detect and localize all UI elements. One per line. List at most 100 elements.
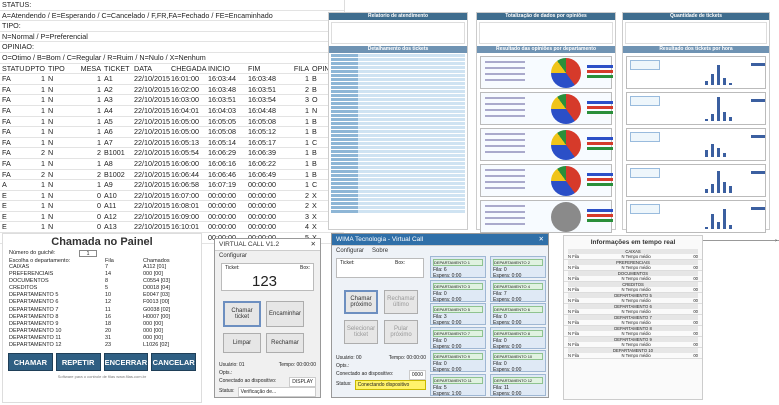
table-cell: 16:05:14 xyxy=(208,137,236,147)
pie-legend xyxy=(587,137,613,151)
department-row[interactable]: PREFERENCIAIS 14 000 [00] xyxy=(9,271,195,278)
table-cell: N xyxy=(48,158,54,168)
connected-row: Conectado ao dispositivo: 0000 xyxy=(336,370,426,380)
clear-button[interactable]: Limpar xyxy=(223,333,261,353)
realtime-b: N Tempo médio xyxy=(621,320,651,325)
guiche-row: Número do guichê: 1 xyxy=(3,248,201,257)
department-card[interactable]: DEPARTAMENTO 11 Fila: 5 Espera: 1:00 xyxy=(430,373,486,396)
repeat-button[interactable]: REPETIR xyxy=(55,353,101,372)
table-cell: N xyxy=(48,127,54,137)
call-next-button[interactable]: Chamar próximo xyxy=(344,290,378,314)
department-card[interactable]: DEPARTAMENTO 4 Fila: 7 Espera: 0:00 xyxy=(490,279,546,303)
department-row[interactable]: CAIXAS 7 A112 [01] xyxy=(9,264,195,271)
report-header-block xyxy=(479,22,613,44)
department-row[interactable]: DOCUMENTOS 8 C0554 [03] xyxy=(9,278,195,285)
table-cell: 1 xyxy=(41,158,45,168)
table-cell: A2 xyxy=(104,84,113,94)
close-icon[interactable]: ✕ xyxy=(539,234,548,245)
table-cell: 16:03:54 xyxy=(248,95,276,105)
department-card[interactable]: DEPARTAMENTO 7 Fila: 0 Espera: 0:00 xyxy=(430,326,486,350)
opinion-panel xyxy=(480,128,613,161)
user-label: Usuário: xyxy=(336,355,355,361)
department-card[interactable]: DEPARTAMENTO 6 Fila: 0 Espera: 0:00 xyxy=(490,303,546,326)
department-row[interactable]: DEPARTAMENTO 10 20 000 [00] xyxy=(9,328,195,335)
realtime-list: CAIXAS N Fila N Tempo médio 00 PREFERENCIAIS… xyxy=(564,249,702,359)
menu-sobre[interactable]: Sobre xyxy=(372,248,388,254)
select-ticket-button[interactable]: Selecionar ticket xyxy=(344,320,378,344)
panel-text-line xyxy=(485,115,525,117)
panel-info-box xyxy=(630,204,660,214)
card-header: DEPARTAMENTO 3 xyxy=(433,282,483,290)
table-cell: 1 xyxy=(305,127,309,137)
bar xyxy=(705,150,708,157)
report-table-line xyxy=(331,82,465,85)
column-header: DPTO xyxy=(25,63,45,73)
skip-next-button[interactable]: Pular próximo xyxy=(384,320,418,344)
close-icon[interactable]: ✕ xyxy=(311,239,320,250)
table-cell: 2 xyxy=(41,169,45,179)
vc2-status-area: Usuário: 00 Tempo: 00:00:00 Opts.: Conec… xyxy=(336,354,426,390)
department-card[interactable]: DEPARTAMENTO 3 Fila: 0 Espera: 0:00 xyxy=(430,279,486,303)
ticket-panel xyxy=(626,200,766,233)
bar xyxy=(723,152,726,157)
department-row[interactable]: DEPARTAMENTO 8 16 H0007 [00] xyxy=(9,314,195,321)
ticket-number: 123 xyxy=(252,273,278,290)
guiche-select[interactable]: 1 xyxy=(79,250,97,257)
department-card[interactable]: DEPARTAMENTO 8 Fila: 0 Espera: 0:00 xyxy=(490,326,546,350)
department-row[interactable]: DEPARTAMENTO 7 11 G0038 [02] xyxy=(9,307,195,314)
dept-called: 000 [00] xyxy=(143,327,163,334)
table-row: FA 1 N 1 A6 22/10/2015 16:05:00 16:05:08 16:05:1… xyxy=(0,127,344,138)
bar-legend xyxy=(751,99,765,102)
forward-button[interactable]: Encaminhar xyxy=(266,301,304,327)
panel-text-line xyxy=(485,79,525,81)
menu-configurar[interactable]: Configurar xyxy=(215,251,320,261)
table-cell: 16:07:19 xyxy=(208,180,236,190)
dept-called: F0013 [00] xyxy=(143,299,170,306)
table-cell: 0 xyxy=(97,222,101,232)
call-ticket-button[interactable]: Chamar ticket xyxy=(223,301,261,327)
recall-button[interactable]: Rechamar xyxy=(266,333,304,353)
recall-last-button[interactable]: Rechamar último xyxy=(384,290,418,314)
table-cell: 16:05:17 xyxy=(248,137,276,147)
department-row[interactable]: DEPARTAMENTO 11 31 000 [00] xyxy=(9,335,195,342)
department-card[interactable]: DEPARTAMENTO 9 Fila: 0 Espera: 0:00 xyxy=(430,350,486,373)
panel-text-line xyxy=(485,97,525,99)
department-card[interactable]: DEPARTAMENTO 1 Fila: 6 Espera: 0:00 xyxy=(430,256,486,279)
table-row: FA 1 N 1 A4 22/10/2015 16:04:01 16:04:03 16:04:4… xyxy=(0,106,344,117)
realtime-row: N Fila N Tempo médio 00 xyxy=(568,265,698,270)
dept-name: DEPARTAMENTO 7 xyxy=(9,306,59,313)
table-cell: 1 xyxy=(41,137,45,147)
department-row[interactable]: DEPARTAMENTO 5 10 E0047 [03] xyxy=(9,292,195,299)
call-button[interactable]: CHAMAR xyxy=(8,353,53,372)
table-cell: A9 xyxy=(104,180,113,190)
box-label: Box: xyxy=(299,265,310,271)
opinion-panel xyxy=(480,200,613,233)
table-cell: 1 xyxy=(97,95,101,105)
dept-called: D0018 [04] xyxy=(143,285,170,292)
department-row[interactable]: DEPARTAMENTO 9 18 000 [00] xyxy=(9,321,195,328)
department-card[interactable]: DEPARTAMENTO 12 Fila: 11 Espera: 0:00 xyxy=(490,373,546,396)
card-header: DEPARTAMENTO 4 xyxy=(493,282,543,290)
realtime-v: 00 xyxy=(693,276,698,281)
realtime-b: N Tempo médio xyxy=(621,331,651,336)
department-row[interactable]: CREDITOS 5 D0018 [04] xyxy=(9,285,195,292)
table-cell: 2 xyxy=(305,190,309,200)
table-cell: A3 xyxy=(104,95,113,105)
department-card[interactable]: DEPARTAMENTO 10 Fila: 0 Espera: 0:00 xyxy=(490,350,546,373)
menu-configurar[interactable]: Configurar xyxy=(336,248,364,254)
report-table-line xyxy=(331,78,465,81)
cancel-button[interactable]: CANCELAR xyxy=(151,353,196,372)
dept-header-row: Escolha o departamento: Fila Chamados xyxy=(3,257,201,264)
table-cell: 16:06:44 xyxy=(171,169,199,179)
department-row[interactable]: DEPARTAMENTO 12 23 L1026 [02] xyxy=(9,342,195,349)
panel-text-line xyxy=(485,151,525,153)
report-table-line xyxy=(331,210,465,213)
department-card[interactable]: DEPARTAMENTO 2 Fila: 0 Espera: 0:00 xyxy=(490,256,546,279)
department-card[interactable]: DEPARTAMENTO 5 Fila: 3 Espera: 0:00 xyxy=(430,303,486,326)
report-table-line xyxy=(331,66,465,69)
department-row[interactable]: DEPARTAMENTO 6 12 F0013 [00] xyxy=(9,299,195,306)
table-cell: 16:09:00 xyxy=(171,211,199,221)
report-title: Totalização de dados por opiniões xyxy=(477,13,615,20)
close-ticket-button[interactable]: ENCERRAR xyxy=(103,353,149,372)
realtime-v: 00 xyxy=(693,287,698,292)
